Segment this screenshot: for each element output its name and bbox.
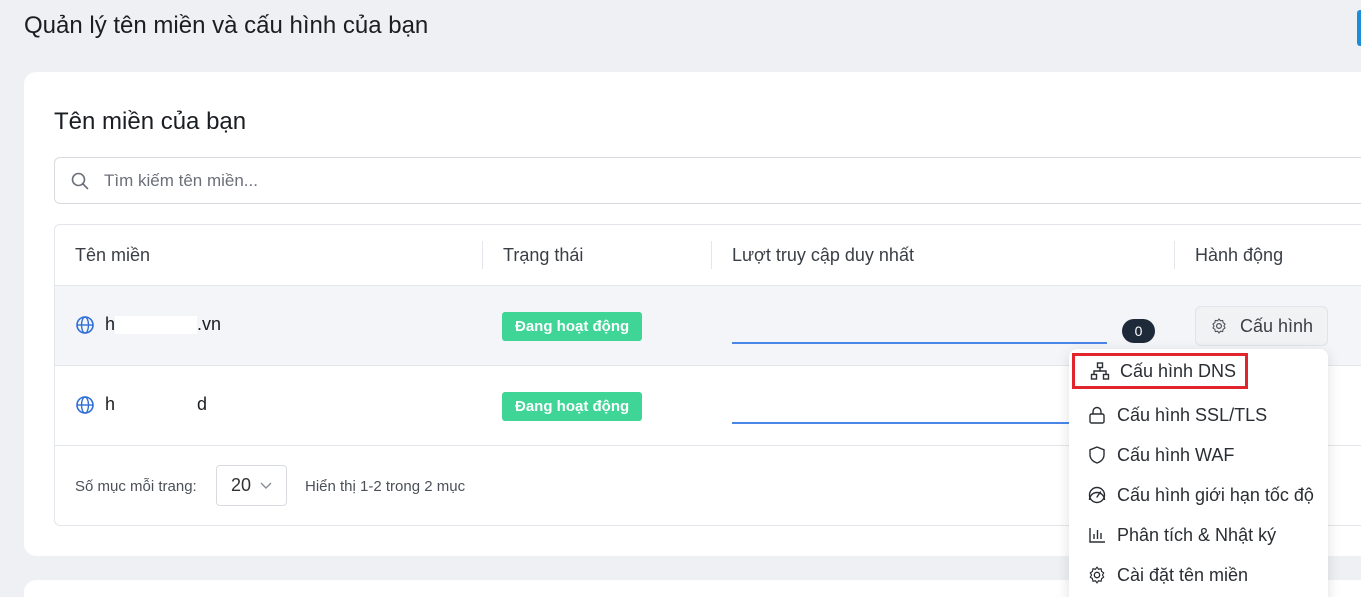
lock-icon	[1089, 406, 1105, 424]
page-title: Quản lý tên miền và cấu hình của bạn	[24, 12, 429, 39]
domain-name-suffix: .vn	[197, 314, 222, 334]
menu-item-domain-settings[interactable]: Cài đặt tên miền	[1087, 557, 1248, 593]
search-box[interactable]	[54, 157, 1361, 204]
bar-chart-icon	[1089, 528, 1105, 543]
column-header-unique-visits[interactable]: Lượt truy cập duy nhất	[732, 225, 914, 286]
menu-item-label: Cấu hình giới hạn tốc độ	[1117, 484, 1314, 505]
per-page-label: Số mục mỗi trang:	[75, 478, 197, 495]
visits-progress-bar	[732, 422, 1072, 424]
per-page-value: 20	[231, 475, 252, 495]
column-divider	[1174, 241, 1175, 269]
card-title: Tên miền của bạn	[54, 108, 247, 135]
table-header: Tên miền Trạng thái Lượt truy cập duy nh…	[55, 225, 1361, 286]
menu-item-label: Cấu hình WAF	[1117, 444, 1235, 465]
domain-name-prefix: h	[105, 394, 116, 414]
column-header-domain[interactable]: Tên miền	[75, 225, 150, 286]
visits-progress-bar	[732, 342, 1107, 344]
gear-icon	[1089, 566, 1105, 584]
status-badge: Đang hoạt động	[502, 392, 643, 421]
domain-cell[interactable]: h .vn	[75, 314, 221, 335]
menu-item-rate-limit[interactable]: Cấu hình giới hạn tốc độ	[1087, 477, 1314, 513]
per-page-select[interactable]: 20	[216, 465, 287, 506]
menu-item-waf[interactable]: Cấu hình WAF	[1087, 437, 1234, 473]
gauge-icon	[1088, 486, 1106, 504]
menu-item-dns[interactable]: Cấu hình DNS	[1072, 353, 1248, 389]
domain-name-suffix: d	[197, 394, 208, 414]
menu-item-analytics-logs[interactable]: Phân tích & Nhật ký	[1087, 517, 1276, 553]
menu-item-label: Cấu hình SSL/TLS	[1117, 404, 1268, 425]
globe-icon	[76, 395, 94, 414]
column-divider	[711, 241, 712, 269]
chevron-down-icon	[260, 482, 272, 489]
sitemap-icon	[1090, 362, 1110, 380]
menu-item-label: Cài đặt tên miền	[1117, 564, 1249, 585]
configure-dropdown-menu: Cấu hình DNS Cấu hình SSL/TLS Cấu hình W…	[1069, 349, 1328, 597]
domain-cell[interactable]: hd	[75, 394, 207, 415]
domain-name-prefix: h	[105, 314, 116, 334]
column-header-status[interactable]: Trạng thái	[503, 225, 583, 286]
redacted-text	[115, 315, 198, 334]
redacted-text	[115, 395, 198, 414]
menu-item-label: Cấu hình DNS	[1120, 360, 1237, 381]
gear-icon	[1212, 318, 1226, 334]
pagination-info: Hiển thị 1-2 trong 2 mục	[305, 478, 466, 495]
menu-item-ssl-tls[interactable]: Cấu hình SSL/TLS	[1087, 397, 1267, 433]
status-badge: Đang hoạt động	[502, 312, 643, 341]
shield-icon	[1089, 446, 1105, 464]
configure-button-label: Cấu hình	[1239, 315, 1314, 336]
globe-icon	[76, 315, 94, 334]
configure-button[interactable]: Cấu hình	[1195, 306, 1328, 346]
top-right-button-edge[interactable]	[1357, 10, 1361, 46]
menu-item-label: Phân tích & Nhật ký	[1117, 524, 1277, 545]
visits-count-badge: 0	[1122, 319, 1155, 343]
column-divider	[482, 241, 483, 269]
column-header-actions: Hành động	[1195, 245, 1284, 265]
search-input[interactable]	[104, 170, 1004, 191]
search-icon	[71, 172, 89, 189]
